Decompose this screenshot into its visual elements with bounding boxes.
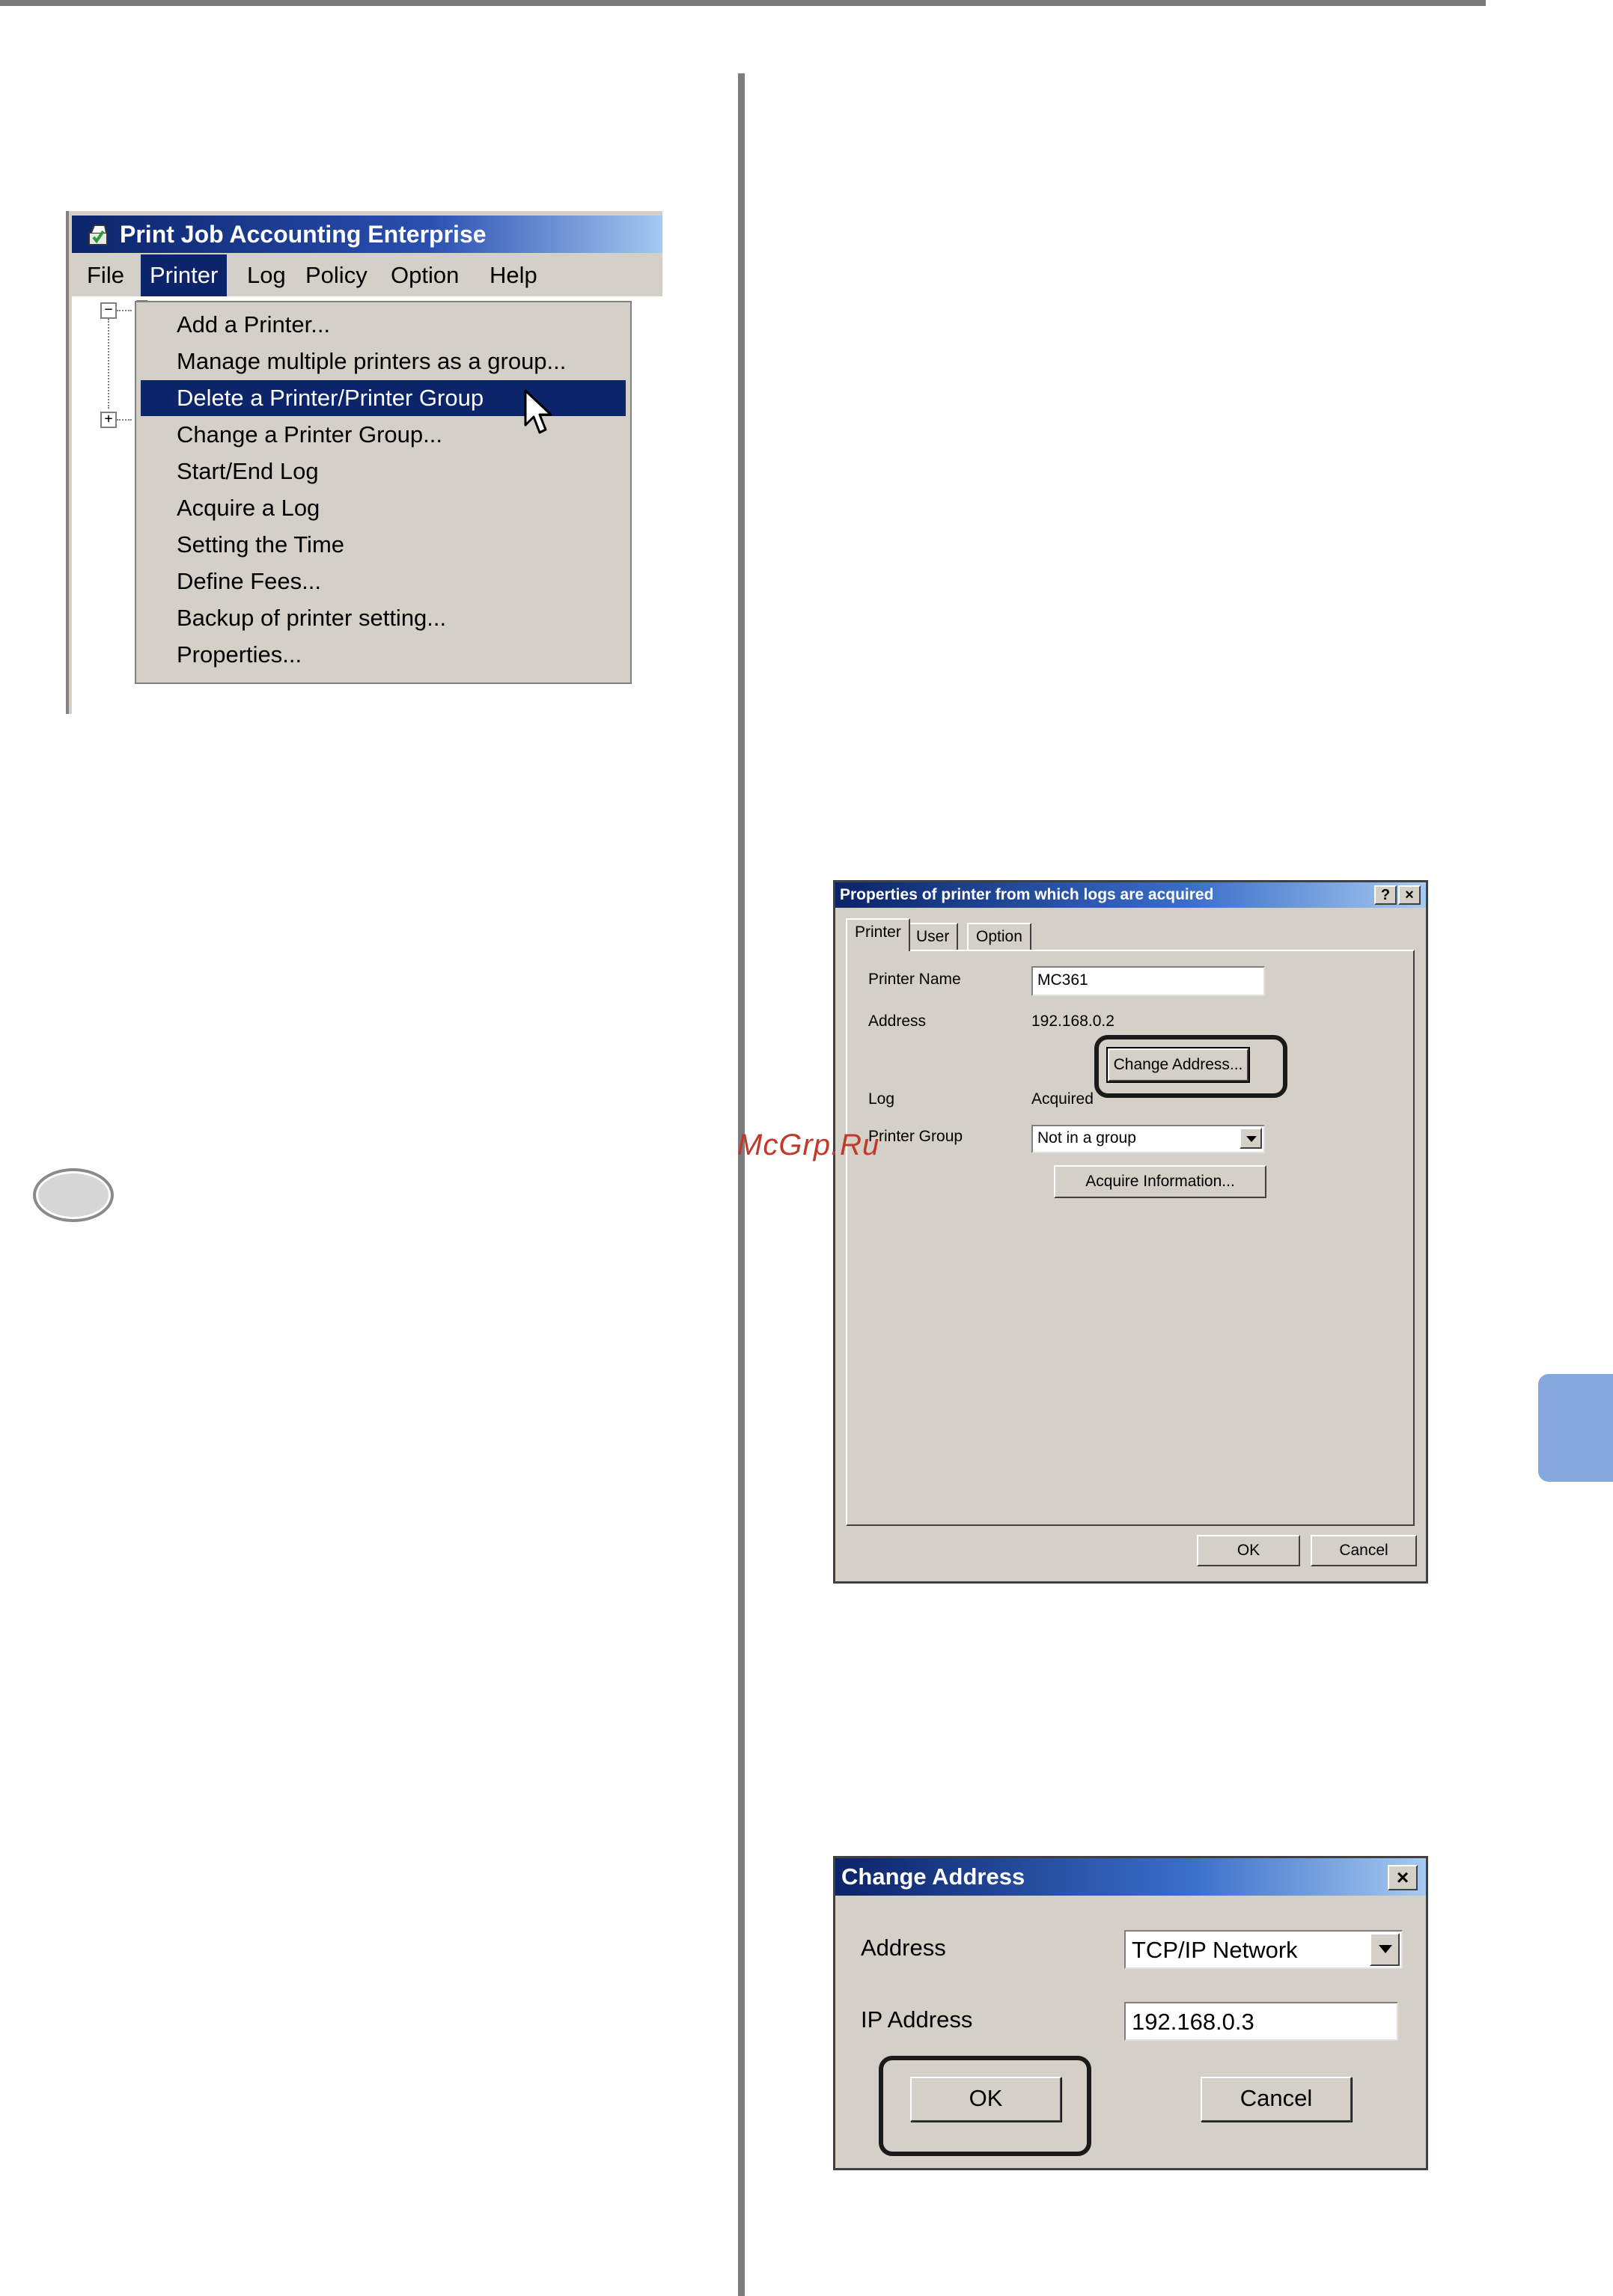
tab-option[interactable]: Option [967,923,1031,950]
menu-item-properties[interactable]: Properties... [141,637,626,673]
properties-title-bar: Properties of printer from which logs ar… [835,882,1426,908]
menu-item-manage-group[interactable]: Manage multiple printers as a group... [141,344,626,379]
app-icon [88,225,108,245]
menu-item-change-group[interactable]: Change a Printer Group... [141,417,626,453]
printer-name-label: Printer Name [868,971,961,988]
ip-address-label: IP Address [861,2006,973,2033]
column-divider [738,73,745,2296]
main-window-title: Print Job Accounting Enterprise [120,221,487,248]
properties-dialog: Properties of printer from which logs ar… [833,880,1428,1584]
printer-menu-dropdown: Add a Printer... Manage multiple printer… [135,301,632,684]
printer-name-field[interactable]: MC361 [1031,966,1265,996]
acquire-information-button[interactable]: Acquire Information... [1054,1165,1266,1198]
tree-expand-icon[interactable]: + [100,412,117,428]
watermark: McGrp.Ru [737,1129,880,1161]
ok-button[interactable]: OK [910,2077,1061,2122]
menu-item-acquire-log[interactable]: Acquire a Log [141,490,626,526]
printer-group-select[interactable]: Not in a group [1031,1125,1265,1153]
menu-item-backup-setting[interactable]: Backup of printer setting... [141,600,626,636]
address-value: 192.168.0.2 [1031,1013,1115,1030]
cancel-button[interactable]: Cancel [1311,1535,1417,1566]
cancel-button[interactable]: Cancel [1201,2077,1352,2122]
menu-item-add-printer[interactable]: Add a Printer... [141,307,626,343]
side-tab [1538,1374,1613,1482]
menu-item-delete-printer[interactable]: Delete a Printer/Printer Group [141,380,626,416]
menu-policy[interactable]: Policy [296,254,376,296]
log-value: Acquired [1031,1090,1094,1108]
printer-tab-panel: Printer Name MC361 Address 192.168.0.2 C… [846,950,1415,1526]
change-address-dialog: Change Address × Address TCP/IP Network … [833,1856,1428,2170]
tree-collapse-icon[interactable]: − [100,302,117,319]
menu-log[interactable]: Log [238,254,295,296]
dropdown-arrow-icon[interactable] [1370,1933,1400,1966]
mouse-cursor-icon [524,389,552,434]
change-address-button[interactable]: Change Address... [1108,1048,1248,1081]
tab-printer[interactable]: Printer [846,918,910,951]
address-type-value: TCP/IP Network [1132,1937,1298,1963]
menu-printer[interactable]: Printer [141,254,228,296]
close-button[interactable]: × [1398,885,1421,905]
menu-file[interactable]: File [78,254,133,296]
menu-item-setting-time[interactable]: Setting the Time [141,527,626,563]
printer-group-label: Printer Group [868,1128,963,1145]
main-window-title-bar: Print Job Accounting Enterprise [72,216,662,253]
log-label: Log [868,1090,895,1108]
printer-group-value: Not in a group [1037,1129,1136,1147]
top-rule [0,0,1486,6]
note-bullet-icon [33,1168,114,1222]
change-address-title: Change Address [841,1863,1025,1890]
menu-option[interactable]: Option [382,254,468,296]
dropdown-arrow-icon[interactable] [1240,1128,1262,1149]
menu-item-start-end-log[interactable]: Start/End Log [141,454,626,489]
ip-address-field[interactable]: 192.168.0.3 [1124,2002,1398,2041]
address-type-select[interactable]: TCP/IP Network [1124,1930,1403,1969]
properties-title: Properties of printer from which logs ar… [840,886,1214,903]
address-label: Address [868,1013,927,1030]
change-address-title-bar: Change Address × [835,1858,1426,1896]
close-icon[interactable]: × [1388,1865,1418,1890]
menu-item-define-fees[interactable]: Define Fees... [141,564,626,599]
menu-bar: File Printer Log Policy Option Help [72,254,662,296]
tab-user[interactable]: User [907,923,959,950]
address-type-label: Address [861,1935,946,1961]
menu-help[interactable]: Help [481,254,546,296]
ok-button[interactable]: OK [1197,1535,1300,1566]
help-button[interactable]: ? [1374,885,1397,905]
